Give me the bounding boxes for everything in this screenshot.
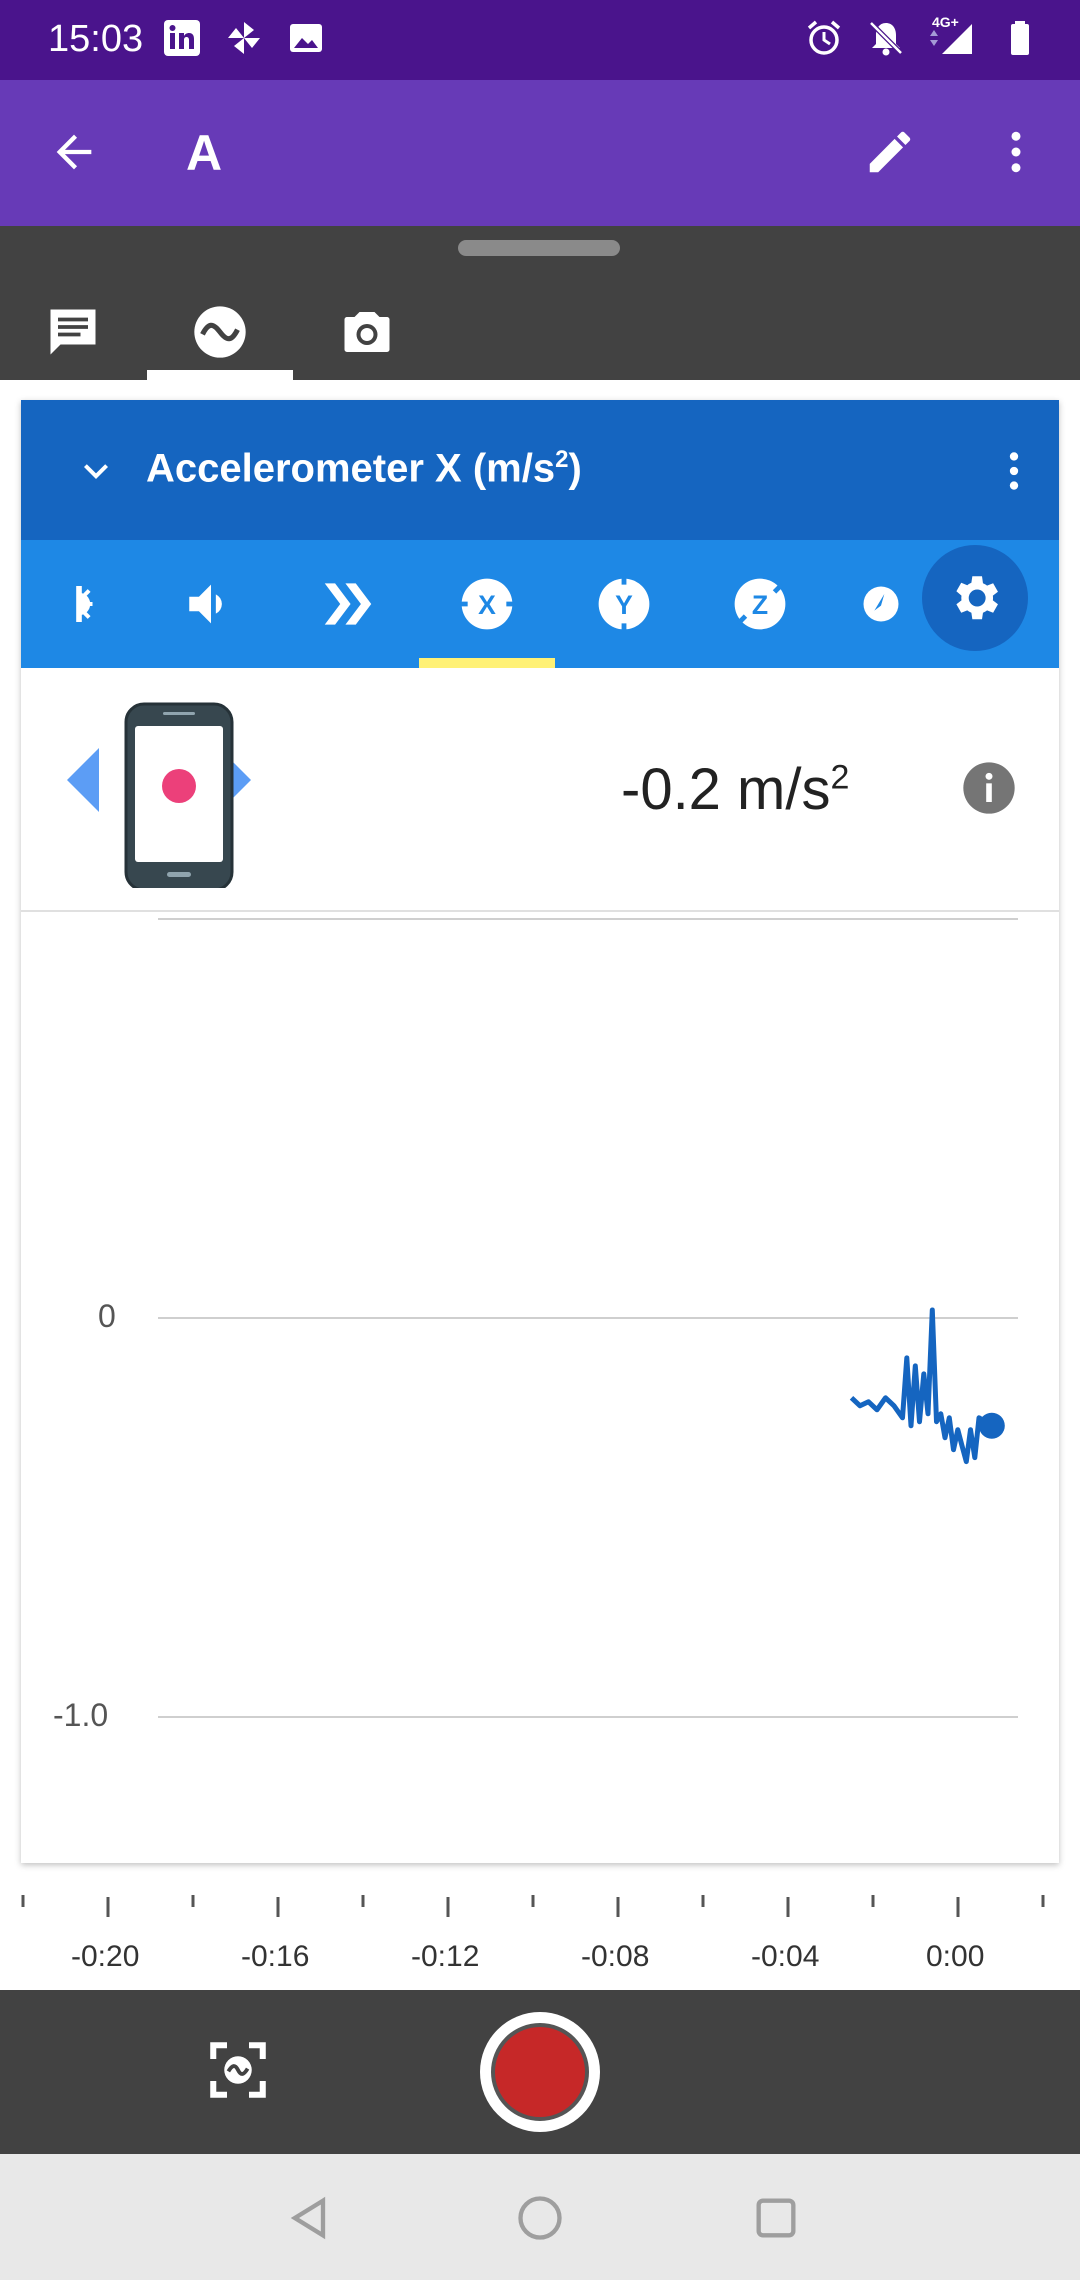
series-line [849, 1307, 994, 1465]
volume-icon [189, 584, 222, 624]
series-end-dot [978, 1412, 1005, 1439]
sensor-tab-indicator [419, 658, 555, 668]
record-button[interactable] [480, 2012, 600, 2132]
tab-camera[interactable] [294, 284, 440, 380]
nav-recents-button[interactable] [736, 2178, 816, 2258]
chevron-down-icon [84, 464, 108, 479]
status-left-icons [162, 18, 326, 58]
wave-icon [194, 306, 246, 358]
x-axis-label: X [478, 590, 496, 620]
sensor-more-button[interactable] [979, 436, 1049, 506]
status-right-icons: 4G+ [804, 14, 1040, 58]
compass-icon [863, 586, 899, 622]
y-axis-label: Y [615, 590, 633, 620]
nav-home-button[interactable] [500, 2178, 580, 2258]
linkedin-icon [164, 20, 200, 56]
sensor-tab-accel-x[interactable]: X [419, 540, 555, 668]
info-icon [963, 762, 1015, 814]
drag-handle[interactable] [458, 240, 620, 256]
time-axis-ticks [21, 1895, 1045, 1917]
edit-button[interactable] [854, 116, 926, 188]
sensor-title-text: Accelerometer X (m/s [146, 446, 556, 491]
x-tick-label-0: -0:20 [71, 1940, 140, 1973]
signal-4g-icon: 4G+ [928, 14, 978, 58]
snapshot-icon [210, 2042, 266, 2098]
collapse-button[interactable] [61, 436, 131, 506]
x-axis-icon: X [460, 578, 514, 630]
tab-sensors[interactable] [147, 284, 293, 380]
nav-back-button[interactable] [270, 2178, 350, 2258]
back-button[interactable] [38, 116, 110, 188]
x-tick-label-4: -0:04 [751, 1940, 820, 1973]
record-icon [491, 2023, 589, 2121]
sensor-selector: X Y Z [21, 540, 1059, 668]
gear-icon [956, 576, 998, 620]
recording-controls [0, 1990, 1080, 2154]
tool-panel [0, 226, 1080, 380]
nav-home-icon [518, 2196, 562, 2240]
sensor-readout: -0.2 m/s2 [21, 668, 1059, 912]
tab-indicator [147, 370, 293, 380]
page-title: A [186, 125, 223, 181]
more-options-button[interactable] [980, 116, 1052, 188]
sensor-value-sup: 2 [830, 758, 850, 797]
snapshot-button[interactable] [198, 2030, 278, 2110]
nav-recents-icon [756, 2198, 796, 2238]
brightness-icon [76, 586, 93, 622]
time-axis: -0:20 -0:16 -0:12 -0:08 -0:04 0:00 [0, 1885, 1080, 1990]
sensor-tab-accel-y[interactable]: Y [556, 540, 692, 668]
bell-off-icon [869, 21, 903, 56]
image-icon [290, 24, 322, 52]
sensor-value: -0.2 m/s2 [621, 756, 849, 823]
more-vert-icon [1009, 452, 1019, 490]
sensor-settings-button[interactable] [922, 545, 1028, 651]
sensor-tab-linear-accel[interactable] [280, 540, 416, 668]
x-tick-label-2: -0:12 [411, 1940, 480, 1973]
screen: 15:03 4G+ A Accelerometer X (m/s2) X Y Z… [0, 0, 1080, 2280]
camera-icon [344, 312, 390, 352]
pinwheel-icon [228, 22, 260, 54]
x-tick-label-3: -0:08 [581, 1940, 650, 1973]
sensor-tab-brightness[interactable] [11, 540, 147, 668]
sensor-title-suffix: ) [568, 446, 582, 491]
system-nav-bar [0, 2154, 1080, 2280]
more-vert-icon [1011, 131, 1021, 173]
y-axis-icon: Y [598, 577, 650, 631]
sensor-line-plot [849, 1307, 1005, 1465]
sensor-tab-sound[interactable] [143, 540, 279, 668]
sensor-graph[interactable]: 0 -1.0 [21, 910, 1059, 1863]
alarm-icon [807, 20, 841, 55]
x-tick-label-1: -0:16 [241, 1940, 310, 1973]
sensor-title-sup: 2 [555, 446, 569, 473]
z-axis-label: Z [752, 590, 768, 620]
z-axis-icon: Z [734, 578, 786, 630]
sensor-title: Accelerometer X (m/s2) [146, 446, 582, 491]
nav-back-icon [290, 2196, 326, 2240]
battery-icon [1011, 21, 1029, 55]
sensor-tab-accel-z[interactable]: Z [692, 540, 828, 668]
pencil-icon [869, 131, 911, 173]
info-button[interactable] [949, 748, 1029, 828]
status-bar: 15:03 4G+ [0, 0, 1080, 80]
app-bar: A [0, 80, 1080, 226]
comment-icon [50, 309, 96, 355]
sensor-card-header: Accelerometer X (m/s2) [21, 400, 1059, 540]
status-time: 15:03 [48, 18, 144, 60]
arrow-back-icon [56, 134, 92, 170]
tab-notes[interactable] [0, 284, 146, 380]
x-tick-label-5: 0:00 [926, 1940, 985, 1973]
sensor-tab-compass[interactable] [821, 540, 901, 668]
sensor-card: Accelerometer X (m/s2) X Y Z -0.2 m/s2 0… [21, 400, 1059, 1863]
sensor-value-text: -0.2 m/s [621, 757, 831, 822]
double-chevron-icon [324, 583, 372, 625]
phone-motion-icon [67, 702, 251, 888]
